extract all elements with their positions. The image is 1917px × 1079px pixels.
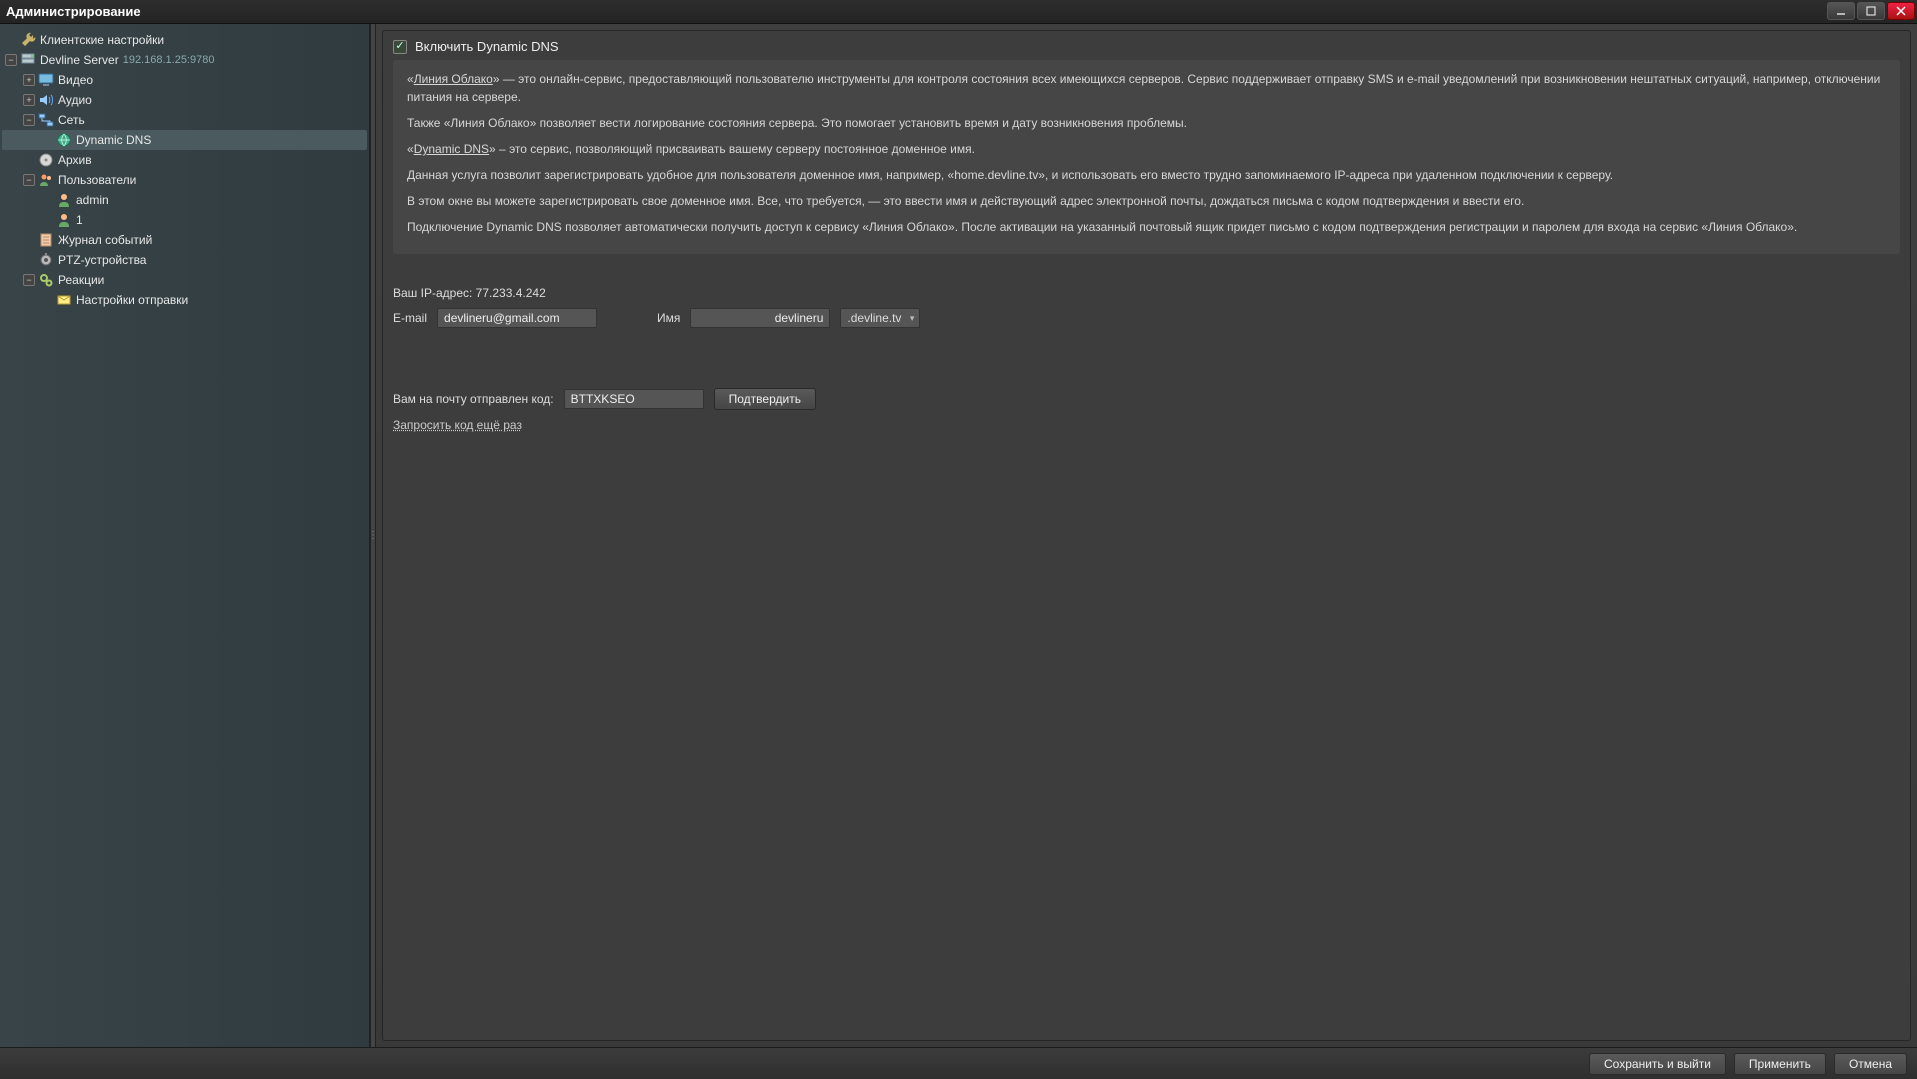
tree-server[interactable]: − Devline Server 192.168.1.25:9780 — [2, 50, 367, 70]
code-input[interactable] — [564, 389, 704, 409]
server-icon — [20, 52, 36, 68]
resend-code-link[interactable]: Запросить код ещё раз — [393, 418, 522, 432]
domain-suffix-select[interactable]: .devline.tv — [840, 308, 920, 328]
collapse-icon[interactable]: − — [23, 274, 35, 286]
maximize-button[interactable] — [1857, 2, 1885, 20]
save-exit-button[interactable]: Сохранить и выйти — [1589, 1053, 1726, 1075]
ip-line: Ваш IP-адрес: 77.233.4.242 — [393, 286, 1900, 300]
collapse-icon[interactable]: − — [23, 174, 35, 186]
camera-icon — [38, 252, 54, 268]
tree-ptz[interactable]: PTZ-устройства — [2, 250, 367, 270]
tree-reactions-send[interactable]: Настройки отправки — [2, 290, 367, 310]
log-icon — [38, 232, 54, 248]
wrench-icon — [20, 32, 36, 48]
tree-video[interactable]: + Видео — [2, 70, 367, 90]
tree-audio[interactable]: + Аудио — [2, 90, 367, 110]
name-input[interactable] — [690, 308, 830, 328]
sidebar: Клиентские настройки − Devline Server 19… — [0, 24, 370, 1047]
code-sent-label: Вам на почту отправлен код: — [393, 392, 554, 406]
tree-archive[interactable]: Архив — [2, 150, 367, 170]
enable-ddns-label: Включить Dynamic DNS — [415, 39, 559, 54]
speaker-icon — [38, 92, 54, 108]
titlebar: Администрирование — [0, 0, 1917, 24]
footer: Сохранить и выйти Применить Отмена — [0, 1047, 1917, 1079]
tree-network[interactable]: − Сеть — [2, 110, 367, 130]
tree-user-1[interactable]: 1 — [2, 210, 367, 230]
content-panel: Включить Dynamic DNS «Линия Облако» — эт… — [382, 30, 1911, 1041]
tree-user-admin[interactable]: admin — [2, 190, 367, 210]
user-icon — [56, 212, 72, 228]
tree-event-log[interactable]: Журнал событий — [2, 230, 367, 250]
network-icon — [38, 112, 54, 128]
cancel-button[interactable]: Отмена — [1834, 1053, 1907, 1075]
expand-icon[interactable]: + — [23, 74, 35, 86]
monitor-icon — [38, 72, 54, 88]
email-input[interactable] — [437, 308, 597, 328]
minimize-button[interactable] — [1827, 2, 1855, 20]
confirm-button[interactable]: Подтвердить — [714, 388, 816, 410]
description-box: «Линия Облако» — это онлайн-сервис, пред… — [393, 60, 1900, 254]
gears-icon — [38, 272, 54, 288]
name-label: Имя — [657, 311, 680, 325]
expand-icon[interactable]: + — [23, 94, 35, 106]
apply-button[interactable]: Применить — [1734, 1053, 1826, 1075]
tree-client-settings[interactable]: Клиентские настройки — [2, 30, 367, 50]
tree-users[interactable]: − Пользователи — [2, 170, 367, 190]
collapse-icon[interactable]: − — [23, 114, 35, 126]
user-icon — [56, 192, 72, 208]
globe-icon — [56, 132, 72, 148]
disc-icon — [38, 152, 54, 168]
enable-ddns-checkbox[interactable] — [393, 40, 407, 54]
close-button[interactable] — [1887, 2, 1915, 20]
link-cloud[interactable]: Линия Облако — [414, 72, 493, 86]
tree-dynamic-dns[interactable]: Dynamic DNS — [2, 130, 367, 150]
link-ddns[interactable]: Dynamic DNS — [414, 142, 489, 156]
envelope-icon — [56, 292, 72, 308]
ip-value: 77.233.4.242 — [476, 286, 546, 300]
tree-reactions[interactable]: − Реакции — [2, 270, 367, 290]
window-title: Администрирование — [6, 4, 1827, 19]
email-label: E-mail — [393, 311, 427, 325]
collapse-icon[interactable]: − — [5, 54, 17, 66]
users-icon — [38, 172, 54, 188]
